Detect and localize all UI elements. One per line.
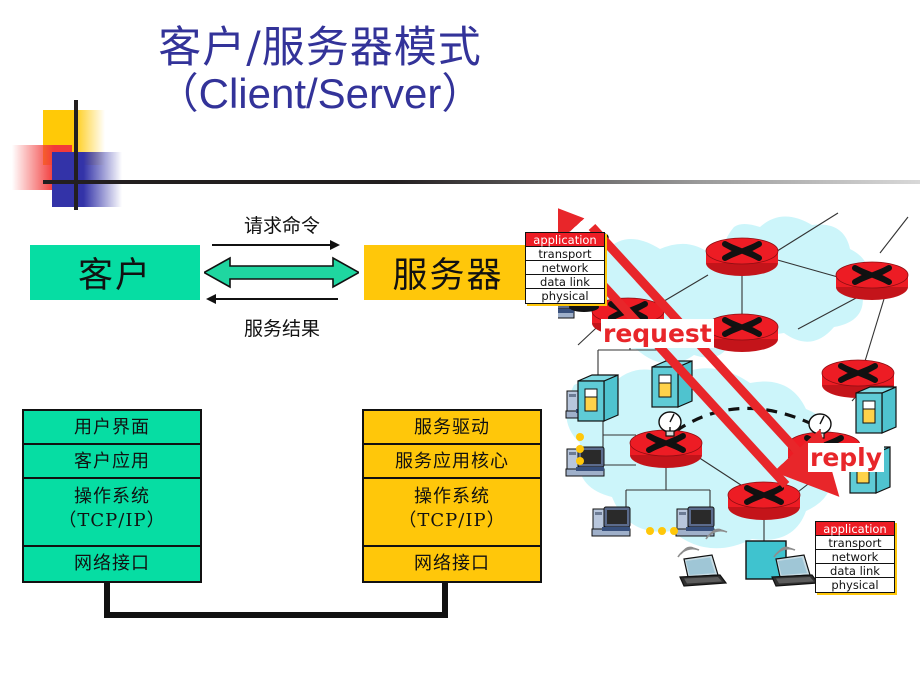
client-layer-os: 操作系统	[74, 486, 150, 507]
client-layer-row: 客户应用	[24, 445, 200, 479]
server-layer-row: 操作系统 （TCP/IP）	[364, 479, 540, 547]
proto-layer-datalink: data link	[816, 564, 894, 578]
title-english-text: Client/Server	[198, 70, 442, 118]
arrow-head	[206, 294, 216, 304]
server-layer-os: 操作系统	[414, 486, 490, 507]
proto-layer-transport: transport	[526, 247, 604, 261]
request-command-label: 请求命令	[243, 215, 320, 237]
proto-layer-transport: transport	[816, 536, 894, 550]
server-layer-row: 服务驱动	[364, 411, 540, 445]
client-layer-row: 操作系统 （TCP/IP）	[24, 479, 200, 547]
proto-layer-physical: physical	[526, 289, 604, 303]
proto-layer-physical: physical	[816, 578, 894, 592]
client-layer-row: 用户界面	[24, 411, 200, 445]
server-box: 服务器	[364, 245, 532, 300]
proto-layer-application: application	[526, 233, 604, 247]
title-paren-close: ）	[441, 69, 484, 119]
proto-layer-network: network	[816, 550, 894, 564]
reply-flow-label: reply	[808, 443, 885, 472]
bidirectional-arrow-icon	[204, 256, 359, 289]
request-flow-label: request	[601, 319, 714, 348]
client-box: 客户	[30, 245, 200, 300]
slide-canvas: 客户/服务器模式 （Client/Server） 客户 服务器 请求命令 服务结…	[0, 0, 920, 690]
proto-layer-network: network	[526, 261, 604, 275]
proto-layer-datalink: data link	[526, 275, 604, 289]
server-layer-row: 服务应用核心	[364, 445, 540, 479]
decor-vertical-rule	[74, 100, 78, 210]
client-layer-stack: 用户界面 客户应用 操作系统 （TCP/IP） 网络接口	[22, 409, 202, 583]
stack-connector-bottom	[104, 612, 448, 618]
client-layer-row: 网络接口	[74, 553, 150, 574]
decor-horizontal-rule	[43, 180, 920, 184]
server-layer-row: 网络接口	[414, 553, 490, 574]
title-line-english: （Client/Server）	[110, 72, 530, 115]
server-layer-os-proto: （TCP/IP）	[398, 510, 506, 532]
response-arrow-left	[206, 294, 338, 304]
client-layer-os-proto: （TCP/IP）	[58, 510, 166, 532]
slide-title: 客户/服务器模式 （Client/Server）	[110, 26, 530, 116]
arrow-shaft	[216, 298, 338, 300]
stack-connector-right	[442, 582, 448, 618]
proto-layer-application: application	[816, 522, 894, 536]
protocol-stack-client: application transport network data link …	[525, 232, 605, 304]
request-arrow-right	[212, 240, 340, 250]
arrow-head	[330, 240, 340, 250]
arrow-shaft	[212, 244, 332, 246]
service-result-label: 服务结果	[243, 318, 320, 340]
server-layer-stack: 服务驱动 服务应用核心 操作系统 （TCP/IP） 网络接口	[362, 409, 542, 583]
protocol-stack-server: application transport network data link …	[815, 521, 895, 593]
title-paren-open: （	[156, 69, 199, 119]
title-line-chinese: 客户/服务器模式	[158, 23, 482, 73]
